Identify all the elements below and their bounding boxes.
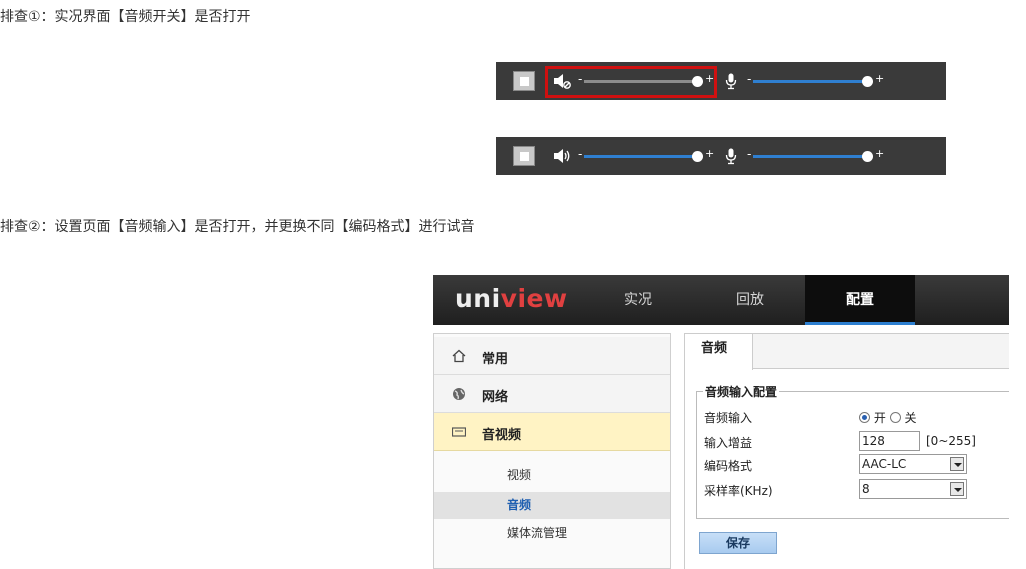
mic-volume-knob[interactable] xyxy=(862,76,873,87)
chevron-down-icon[interactable] xyxy=(950,482,964,496)
sample-rate-label: 采样率(KHz) xyxy=(704,484,773,498)
brand-logo: uniview xyxy=(455,284,568,313)
sidebar-item-label: 网络 xyxy=(482,390,509,405)
audio-input-label: 音频输入 xyxy=(704,411,753,425)
sidebar-item-common[interactable]: 常用 xyxy=(434,337,670,375)
microphone-icon[interactable] xyxy=(725,73,737,90)
sidebar-subitem-audio[interactable]: 音频 xyxy=(434,492,670,519)
save-button[interactable]: 保存 xyxy=(699,532,777,554)
sidebar-item-label: 音视频 xyxy=(482,428,522,443)
config-panel: uniview 实况 回放 配置 常用 网络 音视频 视频 音频 媒体流管理 音… xyxy=(433,275,1009,569)
codec-value: AAC-LC xyxy=(862,457,907,471)
mic-volume-knob[interactable] xyxy=(862,151,873,162)
stop-button[interactable] xyxy=(513,71,535,91)
sidebar-subitem-video[interactable]: 视频 xyxy=(434,462,670,489)
sidebar: 常用 网络 音视频 视频 音频 媒体流管理 xyxy=(433,333,671,569)
step2-instruction: 排查②：设置页面【音频输入】是否打开，并更换不同【编码格式】进行试音 xyxy=(0,219,475,235)
sample-rate-select[interactable]: 8 xyxy=(859,479,967,499)
chevron-down-icon[interactable] xyxy=(950,457,964,471)
speaker-on-icon[interactable] xyxy=(553,147,571,165)
sidebar-subitem-media-stream[interactable]: 媒体流管理 xyxy=(434,520,670,547)
codec-select[interactable]: AAC-LC xyxy=(859,454,967,474)
live-audio-toolbar-muted: - + - + xyxy=(496,62,946,100)
sidebar-item-label: 常用 xyxy=(482,352,509,367)
group-legend: 音频输入配置 xyxy=(703,383,780,400)
radio-on[interactable] xyxy=(859,412,870,423)
mic-plus: + xyxy=(875,72,885,85)
settings-content: 音频 音频输入配置 音频输入 开 关 输入增益 128 [0~255] 编码格式… xyxy=(684,333,1009,569)
audio-input-radio-group: 开 关 xyxy=(859,409,917,426)
home-icon xyxy=(452,349,466,363)
speaker-volume-knob[interactable] xyxy=(692,151,703,162)
highlight-box xyxy=(545,66,717,98)
microphone-icon[interactable] xyxy=(725,148,737,165)
tab-config[interactable]: 配置 xyxy=(805,275,915,325)
tab-live[interactable]: 实况 xyxy=(583,275,693,325)
sample-rate-value: 8 xyxy=(862,482,870,496)
content-tab-bar: 音频 xyxy=(685,334,1009,370)
sidebar-item-audio-video[interactable]: 音视频 xyxy=(434,413,670,451)
mic-minus: - xyxy=(747,147,752,161)
radio-off[interactable] xyxy=(889,412,901,423)
mic-volume-slider[interactable] xyxy=(753,155,867,158)
radio-on-label: 开 xyxy=(873,411,886,425)
logo-part-1: uni xyxy=(455,284,501,313)
tab-audio[interactable]: 音频 xyxy=(685,334,753,370)
globe-icon xyxy=(453,388,465,400)
mic-volume-slider[interactable] xyxy=(753,80,867,83)
tab-playback[interactable]: 回放 xyxy=(695,275,805,325)
input-gain-field[interactable]: 128 xyxy=(859,431,920,451)
volume-minus: - xyxy=(578,147,583,161)
logo-part-2: view xyxy=(500,284,568,313)
input-gain-range: [0~255] xyxy=(926,434,976,448)
radio-off-label: 关 xyxy=(904,411,917,425)
stop-button[interactable] xyxy=(513,146,535,166)
mic-plus: + xyxy=(875,147,885,160)
live-audio-toolbar-on: - + - + xyxy=(496,137,946,175)
mic-minus: - xyxy=(747,72,752,86)
volume-plus: + xyxy=(705,147,715,160)
codec-label: 编码格式 xyxy=(704,459,753,473)
top-navigation: uniview 实况 回放 配置 xyxy=(433,275,1009,325)
speaker-volume-slider[interactable] xyxy=(584,155,696,158)
input-gain-label: 输入增益 xyxy=(704,436,753,450)
audio-input-config-group: 音频输入配置 音频输入 开 关 输入增益 128 [0~255] 编码格式 AA… xyxy=(696,383,1009,519)
monitor-icon xyxy=(452,427,466,437)
step1-instruction: 排查①：实况界面【音频开关】是否打开 xyxy=(0,9,251,25)
sidebar-item-network[interactable]: 网络 xyxy=(434,375,670,413)
